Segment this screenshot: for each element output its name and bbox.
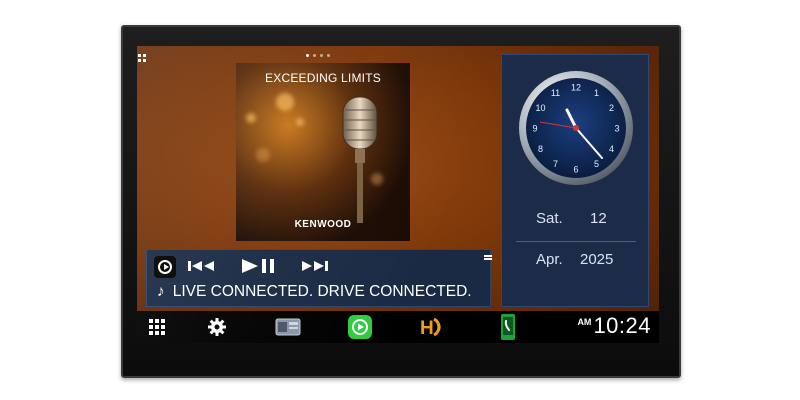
radio-icon <box>275 318 301 336</box>
source-button[interactable] <box>154 256 176 278</box>
page-dot <box>306 54 309 57</box>
dial-number: 5 <box>594 159 599 169</box>
page-indicator[interactable] <box>306 54 330 57</box>
dial-number: 1 <box>594 88 599 98</box>
date-divider <box>516 241 636 242</box>
page-dot <box>320 54 323 57</box>
dial-number: 7 <box>553 159 558 169</box>
clock-center-pin <box>573 125 579 131</box>
media-control-panel: ♪ LIVE CONNECTED. DRIVE CONNECTED. <box>146 249 492 307</box>
dial-number: 4 <box>609 144 614 154</box>
bokeh-light <box>296 118 304 126</box>
album-title: EXCEEDING LIMITS <box>265 71 381 85</box>
hd-radio-icon: H <box>420 317 441 339</box>
svg-text:H: H <box>420 318 434 339</box>
bokeh-light <box>246 113 256 123</box>
dial-number: 2 <box>609 103 614 113</box>
play-pause-button[interactable] <box>241 257 279 275</box>
dial-number: 11 <box>551 88 560 98</box>
dial-number: 3 <box>614 124 619 134</box>
settings-button[interactable] <box>203 311 231 343</box>
bokeh-light <box>276 93 294 111</box>
current-time: 10:24 <box>593 313 651 338</box>
play-pause-icon <box>242 259 274 273</box>
carplay-icon <box>348 315 372 339</box>
dial-number: 12 <box>571 83 581 93</box>
music-note-icon: ♪ <box>157 283 165 300</box>
page-dot <box>327 54 330 57</box>
dial-number: 8 <box>538 144 543 154</box>
radio-button[interactable] <box>273 311 303 343</box>
next-track-icon <box>302 261 328 271</box>
now-playing-text: ♪ LIVE CONNECTED. DRIVE CONNECTED. <box>157 283 472 301</box>
widget-grid-icon[interactable] <box>138 54 147 63</box>
year: 2025 <box>580 251 614 268</box>
previous-track-button[interactable] <box>187 257 217 275</box>
hd-radio-button[interactable]: H <box>417 311 451 343</box>
next-track-button[interactable] <box>299 257 329 275</box>
clock-widget[interactable]: 12 1 2 3 4 5 6 7 8 9 10 11 Sat. 12 Apr. 2025 <box>501 54 649 307</box>
album-brand-logo: KENWOOD <box>294 219 352 230</box>
carplay-button[interactable] <box>345 311 375 343</box>
am-pm-indicator: AM <box>577 317 592 327</box>
album-artwork[interactable]: EXCEEDING LIMITS KENWOOD <box>236 63 410 241</box>
analog-clock: 12 12 345 6 789 10 11 <box>519 71 633 185</box>
microphone-image <box>342 96 378 223</box>
dial-number: 10 <box>535 103 545 113</box>
bottom-dock: H AM 10:24 <box>137 311 659 343</box>
play-circle-icon <box>158 260 172 274</box>
month: Apr. <box>536 251 563 268</box>
page-dot <box>313 54 316 57</box>
phone-icon <box>501 314 515 340</box>
bokeh-light <box>256 148 270 162</box>
previous-track-icon <box>188 261 214 271</box>
status-clock[interactable]: AM 10:24 <box>577 313 651 339</box>
day-of-week: Sat. <box>536 210 563 227</box>
dial-number: 9 <box>532 124 537 134</box>
panel-menu-icon[interactable] <box>484 255 492 260</box>
apps-grid-icon <box>149 319 165 335</box>
now-playing-label: LIVE CONNECTED. DRIVE CONNECTED. <box>172 283 472 300</box>
apps-button[interactable] <box>143 311 171 343</box>
dial-number: 6 <box>573 165 578 175</box>
day-number: 12 <box>590 210 607 227</box>
phone-button[interactable] <box>497 311 519 343</box>
gear-icon <box>208 318 226 336</box>
